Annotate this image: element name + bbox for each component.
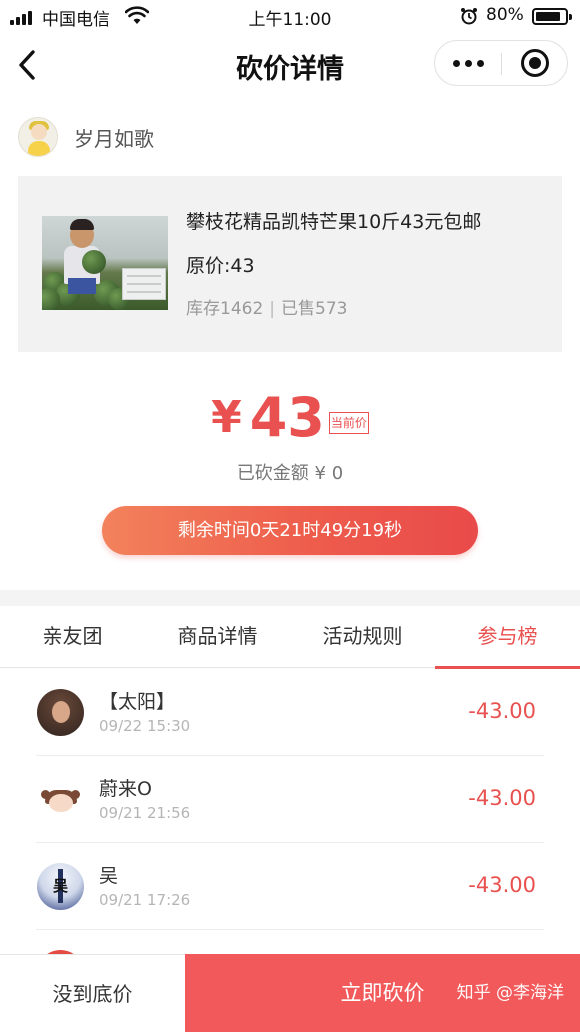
cut-value: -43.00: [468, 873, 536, 897]
battery-percent: 80%: [486, 5, 524, 25]
not-at-floor-button[interactable]: 没到底价: [0, 954, 185, 1032]
more-icon: [452, 59, 460, 67]
participant-time: 09/21 21:56: [99, 804, 191, 822]
section-divider: [0, 590, 580, 606]
nav-bar: 砍价详情: [0, 34, 580, 94]
participant-name: 吴: [99, 865, 119, 887]
initiator-row: 岁月如歌: [18, 116, 154, 158]
cut-amount: 已砍金额 ¥ 0: [236, 463, 344, 484]
list-item: 【太阳】 09/22 15:30 -43.00: [0, 669, 580, 756]
tab-bar: 亲友团 商品详情 活动规则 参与榜: [0, 606, 580, 669]
avatar: [37, 689, 84, 736]
watermark: 知乎 @李海洋: [456, 983, 564, 1003]
countdown-button[interactable]: 剩余时间0天21时49分19秒: [102, 506, 478, 555]
product-card[interactable]: 攀枝花精品凯特芒果10斤43元包邮 原价:43 库存1462 | 已售573: [18, 176, 562, 352]
list-item: 蔚来O 09/21 21:56 -43.00: [0, 756, 580, 843]
cut-value: -43.00: [468, 699, 536, 723]
original-price: 原价:43: [186, 255, 255, 277]
tab-participants[interactable]: 参与榜: [435, 606, 580, 669]
tab-rules[interactable]: 活动规则: [290, 606, 435, 668]
stock-separator: |: [269, 299, 275, 319]
participant-name: 【太阳】: [99, 691, 176, 713]
avatar: 吴: [37, 863, 84, 910]
status-bar: 中国电信 上午11:00 80%: [0, 0, 580, 34]
list-item: 吴 吴 09/21 17:26 -43.00: [0, 843, 580, 930]
initiator-name: 岁月如歌: [74, 126, 154, 151]
avatar: [37, 776, 84, 823]
current-price-block: ¥ 43 当前价: [0, 388, 580, 448]
more-button[interactable]: [435, 41, 501, 85]
current-price-tag: 当前价: [328, 412, 369, 434]
participant-name: 蔚来O: [99, 778, 152, 800]
alarm-icon: [461, 8, 477, 25]
participant-time: 09/21 17:26: [99, 891, 191, 909]
tab-friends[interactable]: 亲友团: [0, 606, 145, 668]
bottom-action-bar: 没到底价 立即砍价 知乎 @李海洋: [0, 954, 580, 1032]
product-title: 攀枝花精品凯特芒果10斤43元包邮: [186, 211, 482, 233]
close-button[interactable]: [502, 41, 568, 85]
current-price: 43: [249, 386, 325, 449]
sold-count: 已售573: [281, 299, 348, 319]
avatar: [18, 117, 58, 157]
cut-value: -43.00: [468, 786, 536, 810]
stock-info: 库存1462 | 已售573: [186, 294, 347, 319]
currency-symbol: ¥: [211, 392, 242, 443]
tab-product-details[interactable]: 商品详情: [145, 606, 290, 668]
participant-time: 09/22 15:30: [99, 717, 191, 735]
stock-count: 库存1462: [186, 299, 264, 319]
battery-icon: [532, 8, 572, 25]
mini-program-capsule: [434, 40, 568, 86]
avatar-text: 吴: [52, 877, 68, 895]
product-image: [42, 216, 168, 310]
